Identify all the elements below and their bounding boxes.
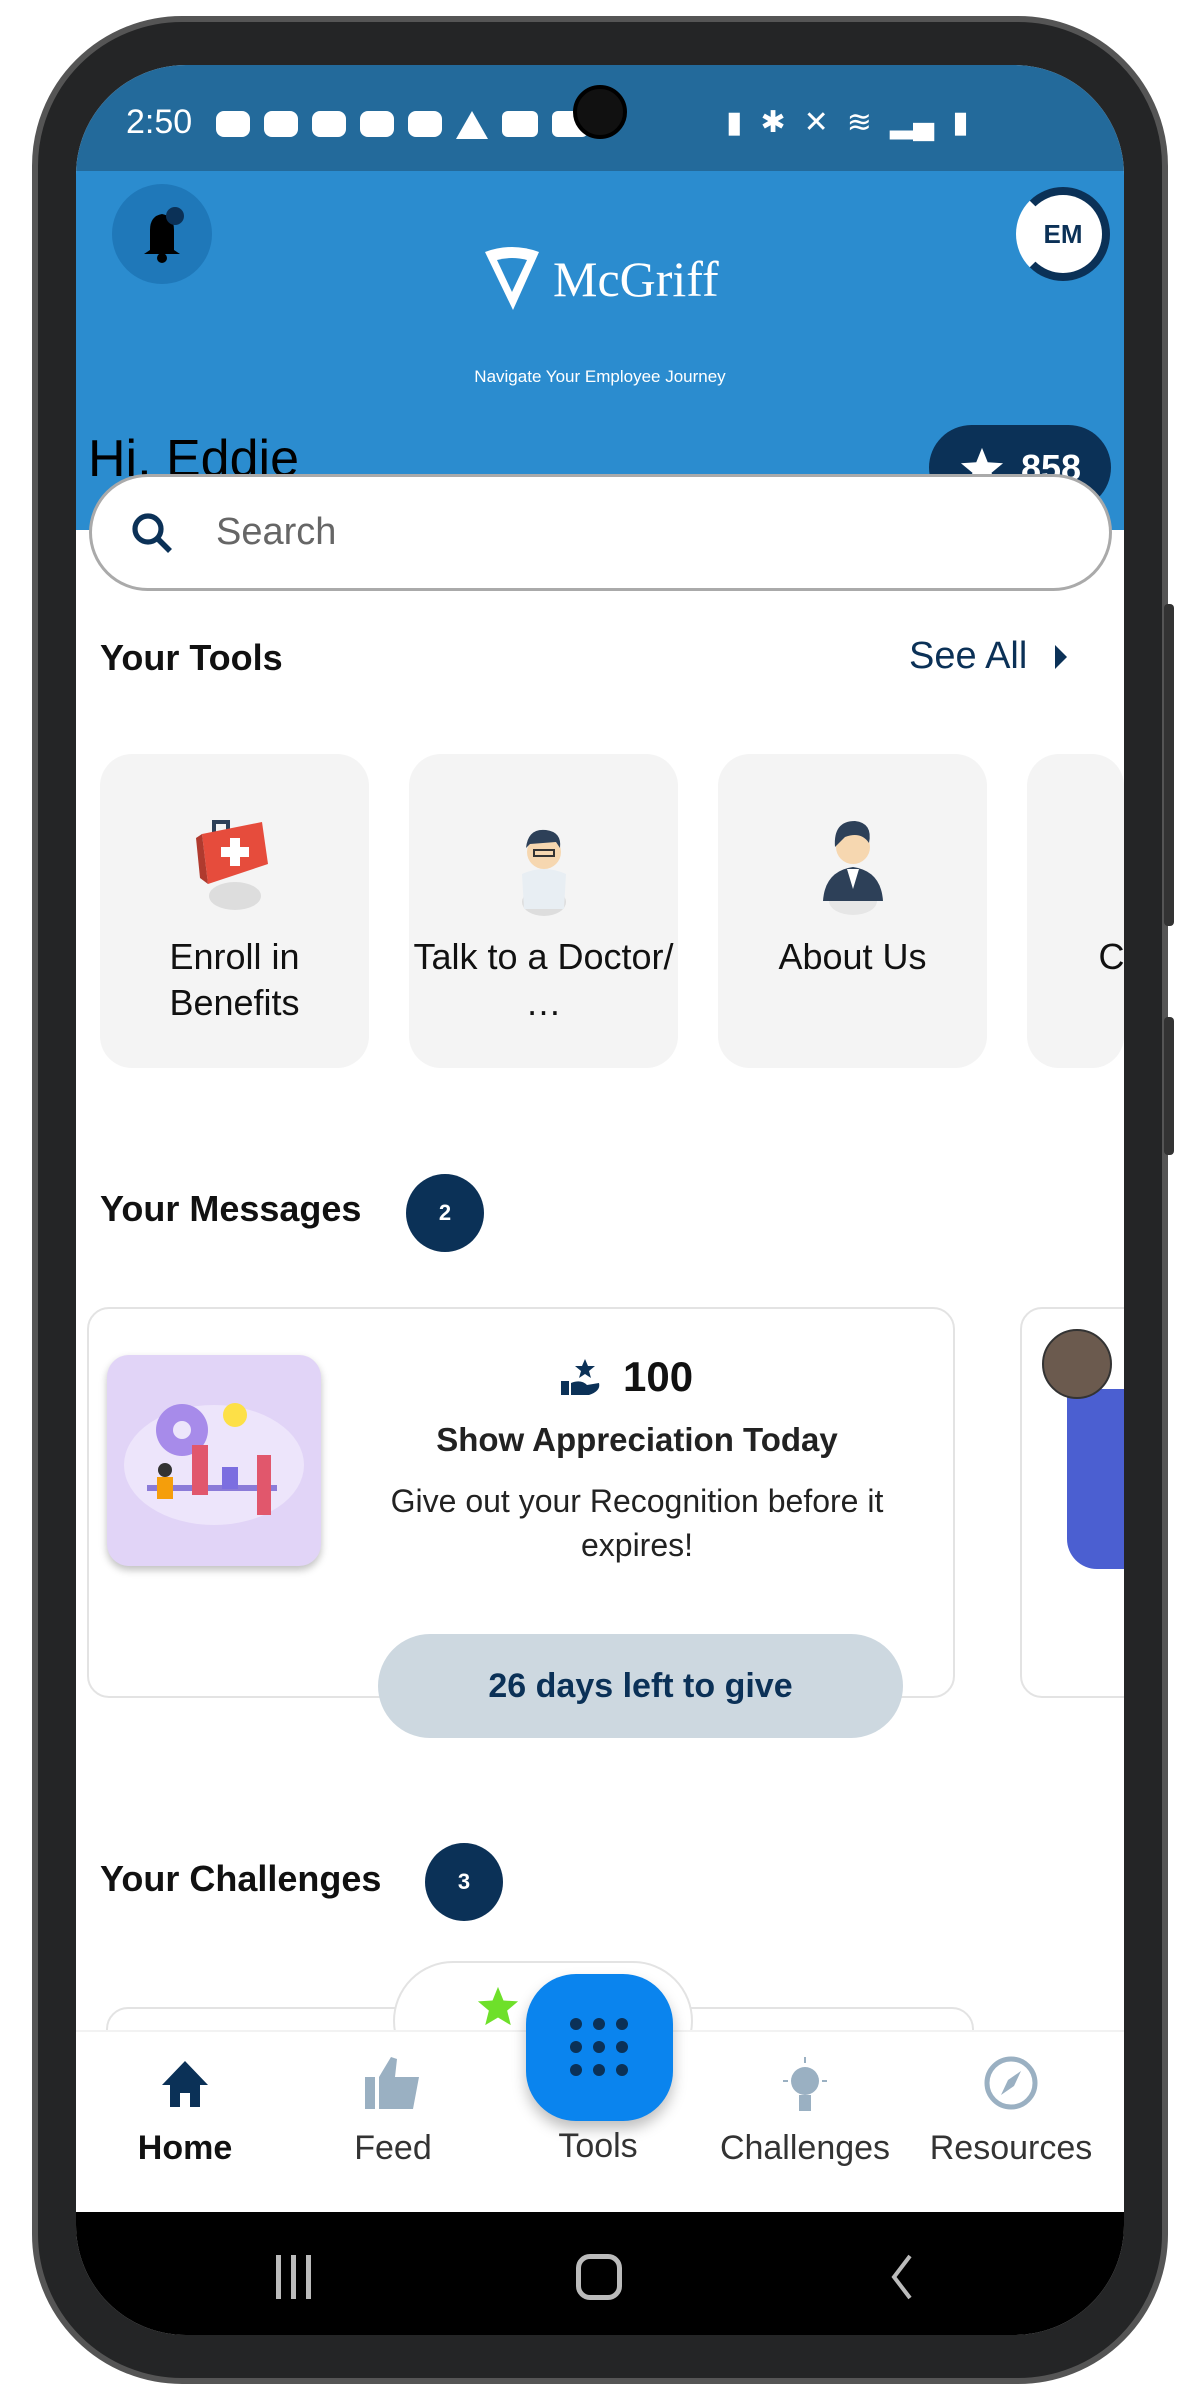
challenges-count-badge: 3	[425, 1843, 503, 1921]
tools-fab[interactable]	[526, 1974, 673, 2121]
card-image	[1067, 1389, 1124, 1569]
status-bar: 2:50 ▮ ✱ ✕ ≋ ▂▄ ▮	[76, 65, 1124, 171]
days-left-button[interactable]: 26 days left to give	[378, 1634, 903, 1738]
mute-icon: ✕	[803, 106, 829, 139]
tool-card-enroll[interactable]: Enroll in Benefits	[100, 754, 369, 1068]
tool-label: Enroll in Benefits	[169, 936, 300, 1023]
tool-label: Ch FSA	[1098, 936, 1124, 977]
thumbs-up-icon	[365, 2057, 419, 2109]
first-aid-kit-icon	[196, 820, 268, 910]
nav-resources[interactable]: Resources	[911, 2055, 1111, 2167]
android-nav-bar	[76, 2212, 1124, 2335]
signal-icon: ▂▄	[889, 106, 935, 139]
wifi-icon: ≋	[846, 106, 872, 139]
doctor-icon	[522, 829, 566, 916]
hand-star-icon	[561, 1359, 600, 1395]
nav-home[interactable]: Home	[85, 2055, 285, 2167]
user-avatar	[1042, 1329, 1112, 1399]
volume-button	[1164, 604, 1174, 926]
message-points: 100	[623, 1353, 694, 1400]
green-star-icon	[477, 1986, 519, 2026]
profile-avatar[interactable]: EM	[1016, 187, 1110, 281]
home-button[interactable]	[576, 2254, 622, 2300]
messages-count-badge: 2	[406, 1174, 484, 1252]
message-title: Show Appreciation Today	[436, 1421, 838, 1458]
tagline: Navigate Your Employee Journey	[474, 367, 726, 386]
camera-cutout	[573, 85, 627, 139]
your-tools-title: Your Tools	[100, 637, 283, 678]
lightbulb-icon	[783, 2057, 827, 2111]
shield-logo-icon	[485, 247, 539, 310]
warning-icon	[456, 111, 488, 139]
message-card-2[interactable]	[1020, 1307, 1124, 1698]
nav-feed[interactable]: Feed	[293, 2055, 493, 2167]
chevron-right-icon	[1055, 644, 1068, 669]
search-input[interactable]: Search	[89, 474, 1112, 591]
power-button	[1164, 1017, 1174, 1155]
search-icon	[132, 512, 172, 553]
your-challenges-title: Your Challenges	[100, 1858, 382, 1899]
back-button[interactable]	[886, 2252, 916, 2302]
home-icon	[162, 2061, 208, 2107]
tool-card-fsa[interactable]: Ch FSA	[1027, 754, 1124, 1068]
team-illustration	[107, 1355, 321, 1566]
battery-saver-icon: ▮	[726, 106, 743, 139]
your-messages-title: Your Messages	[100, 1188, 362, 1229]
notifications-button[interactable]	[112, 184, 212, 284]
mcgriff-logo: McGriff	[481, 246, 719, 312]
screen: 2:50 ▮ ✱ ✕ ≋ ▂▄ ▮ McGriff Navigate Your Emplo…	[76, 65, 1124, 2335]
compass-icon	[984, 2056, 1038, 2110]
businessman-icon	[823, 821, 883, 915]
grid-icon	[570, 2018, 628, 2076]
battery-icon: ▮	[952, 106, 969, 139]
system-icons: ▮ ✱ ✕ ≋ ▂▄ ▮	[726, 105, 969, 140]
recents-button[interactable]	[276, 2255, 311, 2299]
tool-label: Talk to a Doctor/ …	[413, 936, 674, 1023]
bluetooth-icon: ✱	[760, 106, 786, 139]
message-description: Give out your Recognition before it expi…	[390, 1483, 884, 1563]
tool-label: About Us	[778, 936, 927, 977]
status-time: 2:50	[126, 103, 193, 141]
youtube-icon	[502, 111, 538, 137]
nav-challenges[interactable]: Challenges	[705, 2055, 905, 2167]
tool-card-doctor[interactable]: Talk to a Doctor/ …	[409, 754, 678, 1068]
bell-icon	[144, 207, 184, 263]
tool-card-about-us[interactable]: About Us	[718, 754, 987, 1068]
notification-icons	[216, 111, 588, 139]
see-all-link[interactable]: See All	[909, 635, 1068, 678]
